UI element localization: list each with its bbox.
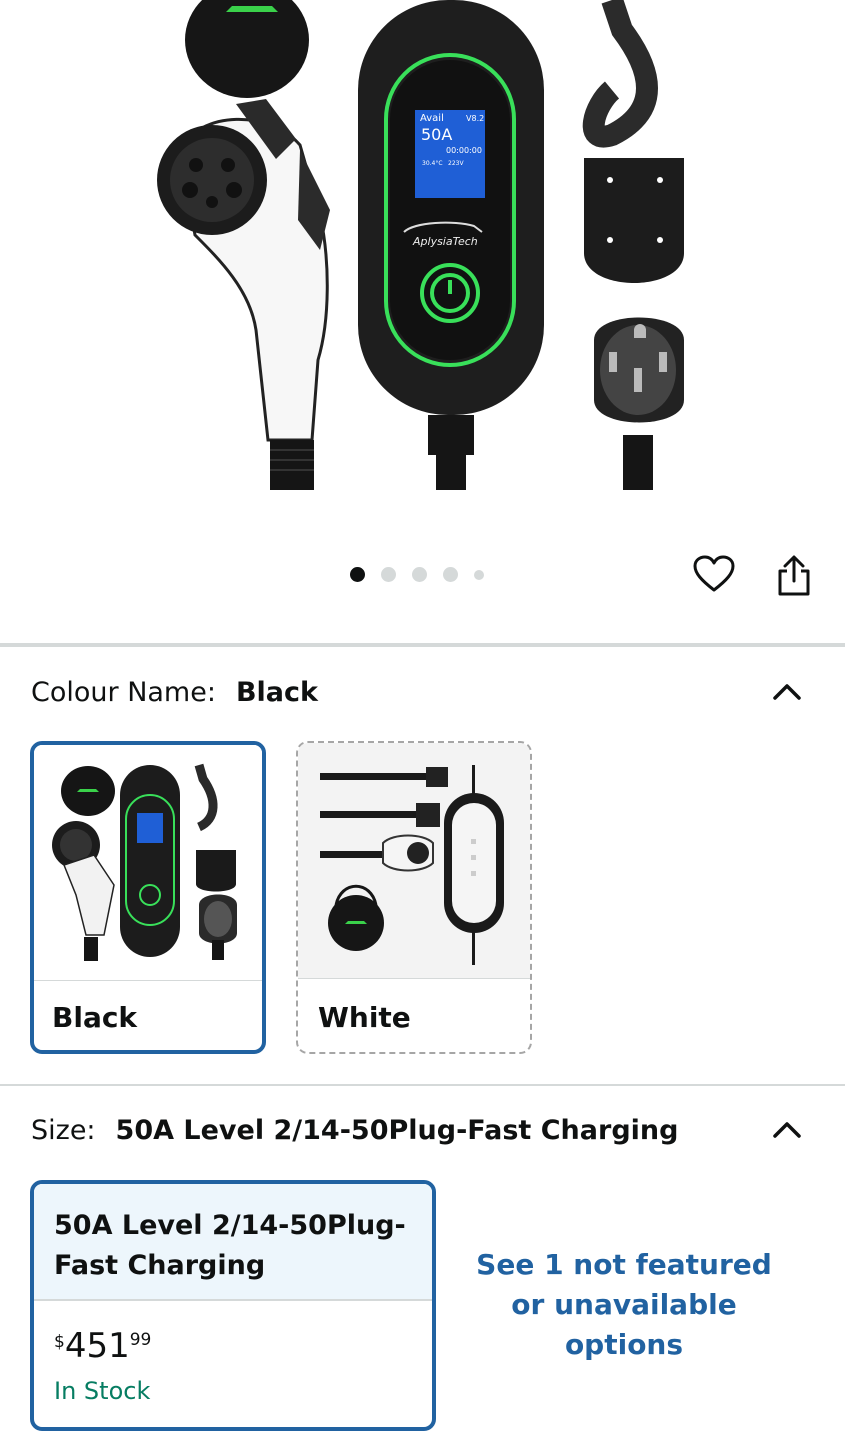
size-selected-value: 50A Level 2/14-50Plug-Fast Charging [115, 1114, 679, 1146]
size-option-title-line1: 50A Level 2/14-50Plug- [54, 1210, 406, 1241]
see-unavailable-options-link[interactable]: See 1 not featured or unavailable option… [476, 1245, 772, 1365]
price-whole: 451 [64, 1326, 130, 1366]
size-option-title: 50A Level 2/14-50Plug- Fast Charging [34, 1184, 432, 1301]
carousel-dot-1[interactable] [350, 567, 365, 582]
carousel-dots[interactable] [350, 567, 484, 582]
colour-option-label: Black [52, 1001, 138, 1034]
size-option-title-line2: Fast Charging [54, 1250, 266, 1281]
carousel-dot-3[interactable] [412, 567, 427, 582]
price-currency: $ [54, 1332, 65, 1352]
chevron-up-icon[interactable] [767, 672, 807, 712]
product-hero-image[interactable]: Avail V8.2 50A 00:00:00 30.4°C 223V Aply… [0, 0, 845, 520]
swatch-separator [34, 980, 262, 981]
screen-timer-text: 00:00:00 [446, 146, 482, 155]
screen-version-text: V8.2 [466, 114, 484, 123]
colour-label: Colour Name: [31, 676, 216, 708]
availability-status: In Stock [54, 1377, 151, 1405]
share-icon[interactable] [772, 554, 816, 598]
heart-icon[interactable] [692, 552, 736, 596]
ev-charger-illustration: Avail V8.2 50A 00:00:00 30.4°C 223V Aply… [157, 0, 684, 490]
colour-selected-value: Black [235, 676, 318, 708]
screen-temp-text: 30.4°C [422, 160, 443, 167]
section-divider [0, 1084, 845, 1086]
carousel-dot-4[interactable] [443, 567, 458, 582]
carousel-dot-2[interactable] [381, 567, 396, 582]
colour-option-label: White [318, 1001, 411, 1034]
screen-voltage-text: 223V [448, 160, 464, 167]
screen-avail-text: Avail [420, 113, 444, 124]
black-variant-thumbnail [34, 745, 262, 980]
swatch-separator [298, 978, 530, 979]
size-option-price: $ 451 99 [54, 1326, 151, 1366]
colour-option-black[interactable]: Black [30, 741, 266, 1054]
screen-amps-text: 50A [421, 125, 452, 144]
carousel-dot-5[interactable] [474, 569, 484, 580]
size-label: Size: [31, 1114, 96, 1146]
white-variant-thumbnail [298, 743, 530, 978]
section-divider [0, 643, 845, 647]
chevron-up-icon[interactable] [767, 1110, 807, 1150]
colour-option-white[interactable]: White [296, 741, 532, 1054]
colour-section-header[interactable]: Colour Name: Black [31, 672, 815, 712]
size-option-50a[interactable]: 50A Level 2/14-50Plug- Fast Charging $ 4… [30, 1180, 436, 1431]
price-fraction: 99 [129, 1330, 152, 1350]
size-section-header[interactable]: Size: 50A Level 2/14-50Plug-Fast Chargin… [31, 1110, 815, 1150]
brand-logo-text: AplysiaTech [412, 235, 478, 248]
